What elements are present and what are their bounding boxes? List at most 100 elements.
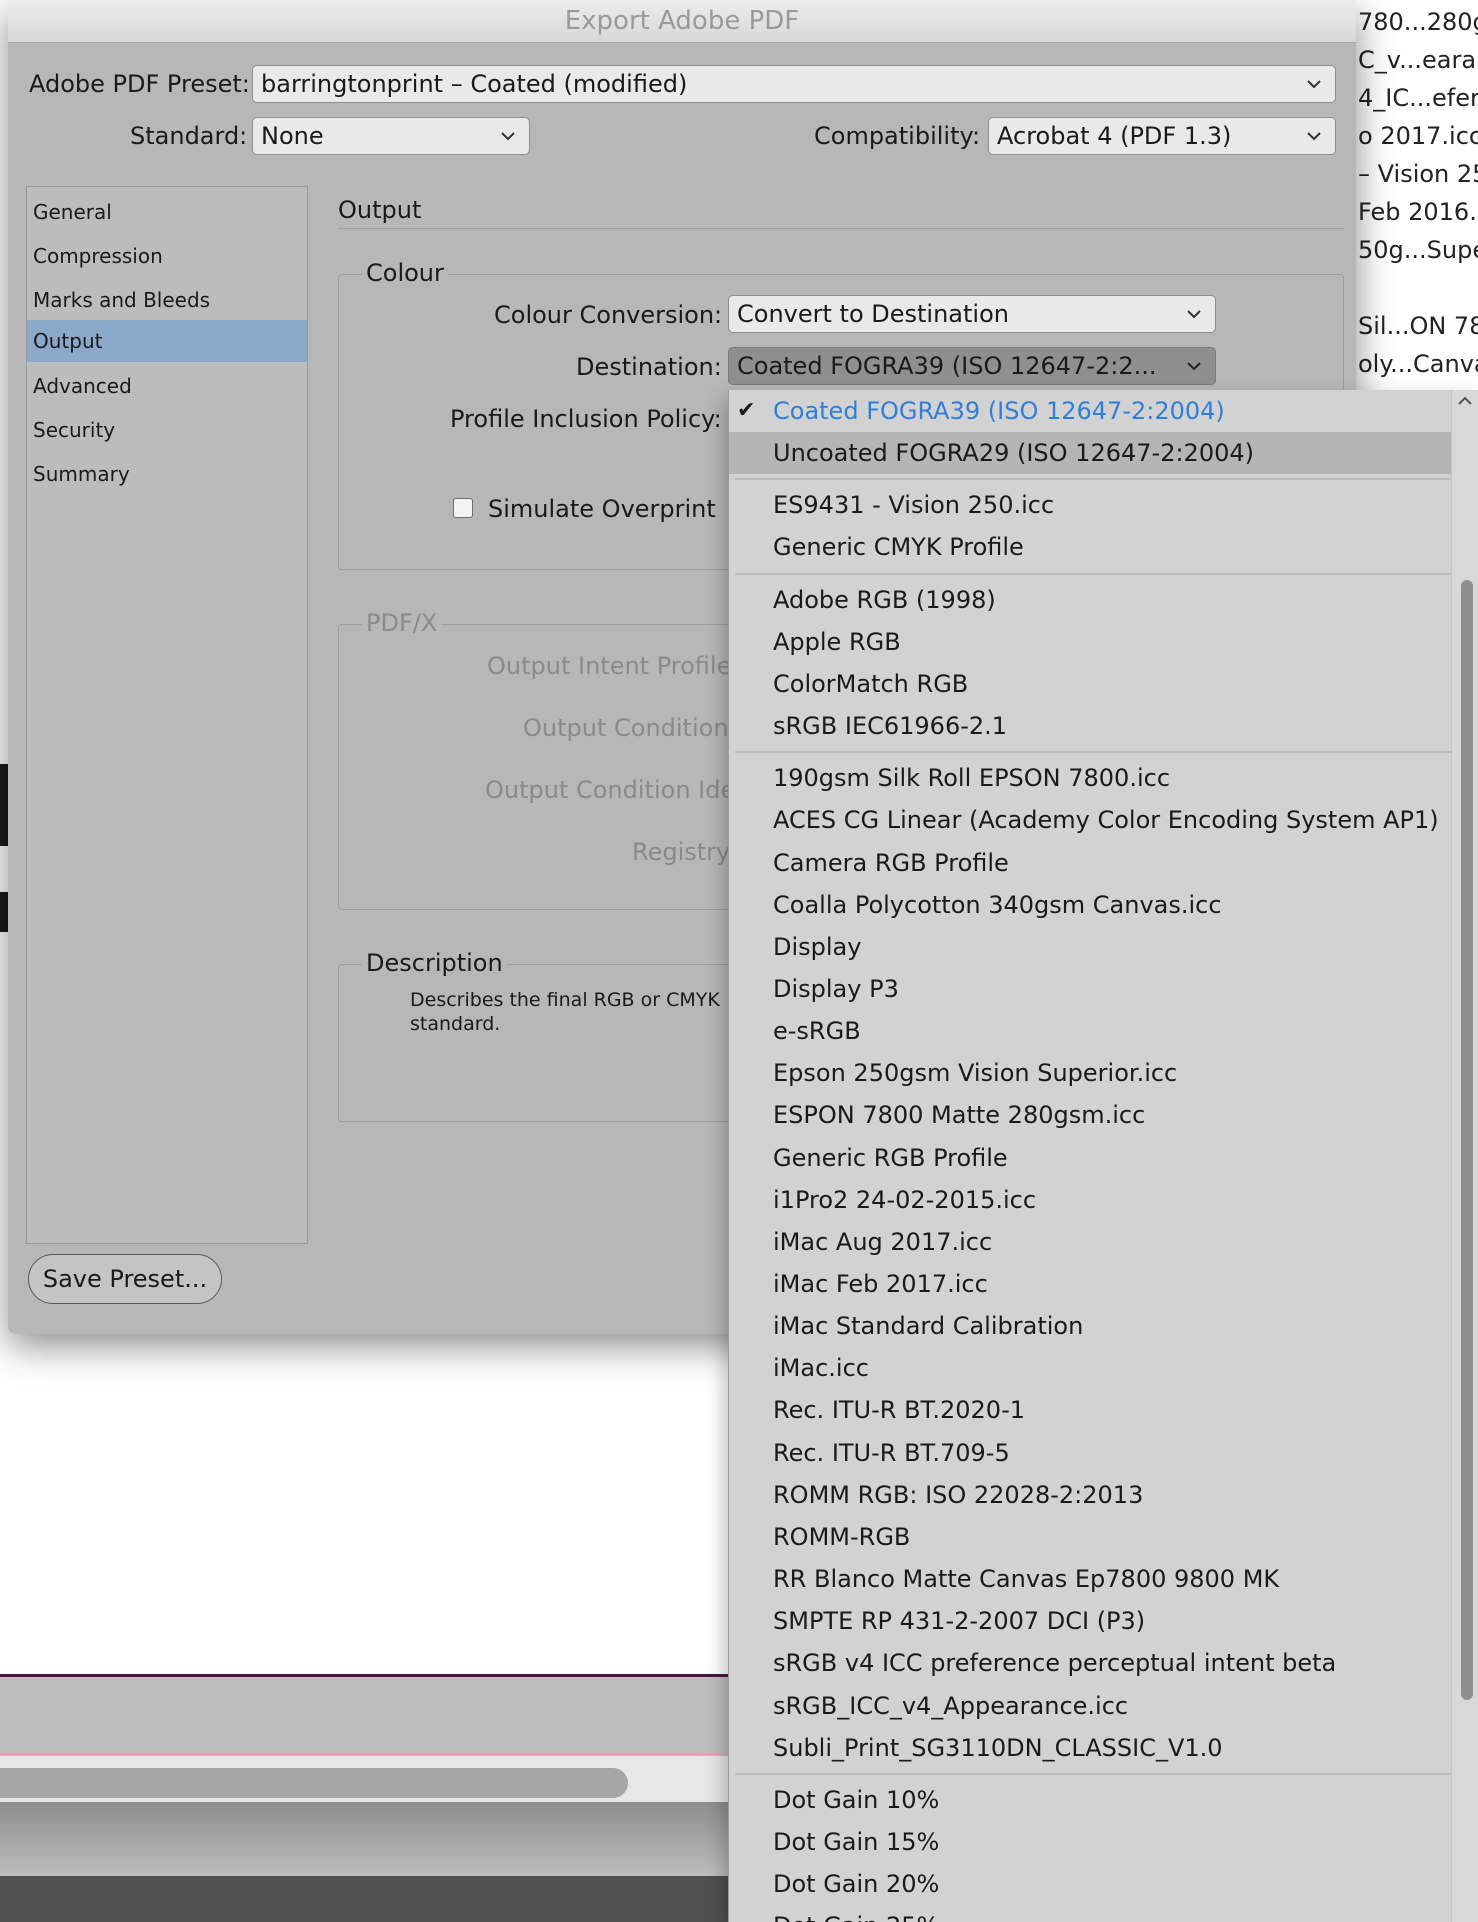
registry-label: Registry (632, 838, 731, 866)
scroll-up-arrow-icon[interactable] (1455, 390, 1475, 414)
category-sidebar: General Compression Marks and Bleeds Out… (26, 186, 308, 1244)
preset-select[interactable]: barringtonprint – Coated (modified) (252, 65, 1336, 103)
destination-menu-item[interactable]: iMac Standard Calibration (729, 1305, 1451, 1347)
chevron-down-icon (1307, 132, 1321, 141)
destination-menu-item[interactable]: Rec. ITU-R BT.2020-1 (729, 1389, 1451, 1431)
destination-label: Destination: (576, 353, 722, 381)
sidebar-item-general[interactable]: General (27, 191, 307, 233)
destination-menu-item[interactable]: Epson 250gsm Vision Superior.icc (729, 1052, 1451, 1094)
destination-menu-item[interactable]: sRGB IEC61966-2.1 (729, 705, 1451, 747)
sidebar-item-compression[interactable]: Compression (27, 235, 307, 277)
menu-item-label: Coalla Polycotton 340gsm Canvas.icc (773, 890, 1222, 919)
destination-menu-item[interactable]: Dot Gain 25% (729, 1905, 1451, 1922)
destination-menu-item[interactable]: i1Pro2 24-02-2015.icc (729, 1179, 1451, 1221)
destination-menu-item[interactable]: 190gsm Silk Roll EPSON 7800.icc (729, 757, 1451, 799)
background-file-item: Feb 2016.i (1358, 198, 1478, 226)
save-preset-button[interactable]: Save Preset... (28, 1254, 222, 1304)
destination-menu-item[interactable]: Dot Gain 10% (729, 1779, 1451, 1821)
destination-menu-item[interactable]: Rec. ITU-R BT.709-5 (729, 1432, 1451, 1474)
menu-separator (735, 1772, 1451, 1775)
destination-dropdown-menu[interactable]: ✔ Coated FOGRA39 (ISO 12647-2:2004) Uncoat… (728, 390, 1478, 1922)
destination-menu-item[interactable]: iMac Aug 2017.icc (729, 1221, 1451, 1263)
menu-item-label: Epson 250gsm Vision Superior.icc (773, 1059, 1178, 1088)
sidebar-item-label: General (33, 200, 112, 224)
preset-label: Adobe PDF Preset: (29, 70, 250, 98)
destination-menu-item[interactable]: Apple RGB (729, 621, 1451, 663)
destination-menu-item[interactable]: ROMM RGB: ISO 22028-2:2013 (729, 1474, 1451, 1516)
destination-menu-item[interactable]: Coalla Polycotton 340gsm Canvas.icc (729, 884, 1451, 926)
menu-scrollbar-thumb[interactable] (1461, 580, 1473, 1700)
background-file-item: 50g...Supe (1358, 236, 1478, 264)
chevron-down-icon (1187, 310, 1201, 319)
preset-value: barringtonprint – Coated (modified) (261, 70, 688, 98)
menu-item-label: iMac.icc (773, 1354, 869, 1383)
sidebar-item-marks-and-bleeds[interactable]: Marks and Bleeds (27, 279, 307, 321)
menu-separator (735, 751, 1451, 754)
menu-item-label: Coated FOGRA39 (ISO 12647-2:2004) (773, 397, 1225, 425)
menu-item-label: ACES CG Linear (Academy Color Encoding S… (773, 806, 1439, 835)
guide-line (0, 1754, 740, 1755)
destination-menu-item[interactable]: iMac Feb 2017.icc (729, 1263, 1451, 1305)
destination-menu-item[interactable]: Camera RGB Profile (729, 842, 1451, 884)
background-document-area (0, 1674, 740, 1922)
destination-menu-item[interactable]: ESPON 7800 Matte 280gsm.icc (729, 1094, 1451, 1136)
sidebar-item-security[interactable]: Security (27, 409, 307, 451)
menu-item-label: iMac Aug 2017.icc (773, 1227, 993, 1256)
destination-menu-item[interactable]: Generic CMYK Profile (729, 526, 1451, 568)
destination-menu-item[interactable]: ACES CG Linear (Academy Color Encoding S… (729, 799, 1451, 841)
window-title: Export Adobe PDF (8, 0, 1356, 43)
menu-item-label: Rec. ITU-R BT.2020-1 (773, 1396, 1025, 1425)
destination-menu-item[interactable]: RR Blanco Matte Canvas Ep7800 9800 MK (729, 1558, 1451, 1600)
destination-select[interactable]: Coated FOGRA39 (ISO 12647-2:2... (728, 347, 1216, 385)
menu-item-label: ROMM RGB: ISO 22028-2:2013 (773, 1480, 1144, 1509)
menu-item-label: 190gsm Silk Roll EPSON 7800.icc (773, 764, 1171, 793)
menu-item-label: sRGB_ICC_v4_Appearance.icc (773, 1691, 1129, 1720)
colour-conversion-label: Colour Conversion: (494, 301, 723, 329)
checkmark-icon: ✔ (737, 398, 756, 423)
destination-menu-item[interactable]: e-sRGB (729, 1010, 1451, 1052)
menu-item-label: Uncoated FOGRA29 (ISO 12647-2:2004) (773, 439, 1254, 468)
menu-item-label: Camera RGB Profile (773, 848, 1009, 877)
sidebar-item-label: Marks and Bleeds (33, 288, 211, 312)
standard-value: None (261, 122, 324, 150)
destination-menu-item[interactable]: Generic RGB Profile (729, 1137, 1451, 1179)
sidebar-item-label: Output (33, 329, 103, 353)
compatibility-select[interactable]: Acrobat 4 (PDF 1.3) (988, 117, 1336, 155)
background-file-item: 780...280gs (1358, 8, 1478, 36)
destination-menu-item[interactable]: sRGB_ICC_v4_Appearance.icc (729, 1685, 1451, 1727)
section-title: Output (338, 196, 422, 224)
destination-menu-item[interactable]: Display P3 (729, 968, 1451, 1010)
destination-menu-item[interactable]: Dot Gain 20% (729, 1863, 1451, 1905)
menu-item-label: ROMM-RGB (773, 1522, 911, 1551)
destination-menu-item[interactable]: Subli_Print_SG3110DN_CLASSIC_V1.0 (729, 1727, 1451, 1769)
destination-menu-item[interactable]: iMac.icc (729, 1347, 1451, 1389)
destination-menu-item[interactable]: ROMM-RGB (729, 1516, 1451, 1558)
destination-menu-item[interactable]: ColorMatch RGB (729, 663, 1451, 705)
destination-menu-item[interactable]: sRGB v4 ICC preference perceptual intent… (729, 1642, 1451, 1684)
destination-menu-item[interactable]: Uncoated FOGRA29 (ISO 12647-2:2004) (729, 432, 1451, 475)
background-scrollbar[interactable] (0, 1768, 628, 1798)
colour-conversion-select[interactable]: Convert to Destination (728, 295, 1216, 333)
sidebar-item-output[interactable]: Output (27, 320, 307, 362)
chevron-down-icon (1187, 362, 1201, 371)
compatibility-label: Compatibility: (814, 122, 981, 150)
destination-menu-item[interactable]: ES9431 - Vision 250.icc (729, 484, 1451, 526)
sidebar-item-summary[interactable]: Summary (27, 453, 307, 495)
destination-menu-item[interactable]: Dot Gain 15% (729, 1821, 1451, 1863)
destination-menu-item[interactable]: SMPTE RP 431-2-2007 DCI (P3) (729, 1600, 1451, 1642)
background-file-item: o 2017.icc (1358, 122, 1478, 150)
destination-menu-item[interactable]: Adobe RGB (1998) (729, 579, 1451, 621)
simulate-overprint-checkbox[interactable] (453, 498, 473, 518)
background-file-item: – Vision 25 (1358, 160, 1478, 188)
standard-select[interactable]: None (252, 117, 530, 155)
simulate-overprint-label: Simulate Overprint (488, 495, 716, 523)
menu-item-label: ES9431 - Vision 250.icc (773, 491, 1055, 520)
destination-menu-item[interactable]: Display (729, 926, 1451, 968)
sidebar-item-advanced[interactable]: Advanced (27, 365, 307, 407)
page-edge-line (0, 1674, 740, 1677)
description-group-legend: Description (362, 949, 507, 977)
section-divider (338, 228, 1344, 229)
destination-value: Coated FOGRA39 (ISO 12647-2:2... (737, 352, 1157, 380)
description-line-1: Describes the final RGB or CMYK (410, 989, 720, 1011)
destination-menu-item[interactable]: ✔ Coated FOGRA39 (ISO 12647-2:2004) (729, 390, 1451, 432)
